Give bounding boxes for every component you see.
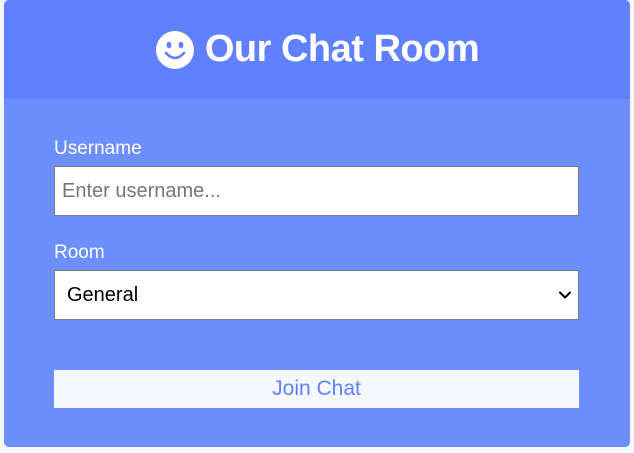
- room-select[interactable]: General: [54, 270, 579, 320]
- card-header: Our Chat Room: [4, 0, 630, 99]
- smiley-face-icon: [155, 30, 194, 69]
- title-text: Our Chat Room: [204, 28, 480, 70]
- room-label: Room: [54, 242, 105, 263]
- room-select-value: General: [67, 283, 139, 306]
- username-label: Username: [54, 138, 142, 159]
- join-chat-button[interactable]: Join Chat: [54, 370, 579, 408]
- join-card: Our Chat Room Username Room General Join…: [4, 0, 630, 447]
- join-form: Username Room General Join Chat: [4, 99, 630, 408]
- username-input[interactable]: [54, 166, 579, 216]
- page-title: Our Chat Room: [155, 28, 480, 71]
- chevron-down-icon: [559, 291, 571, 299]
